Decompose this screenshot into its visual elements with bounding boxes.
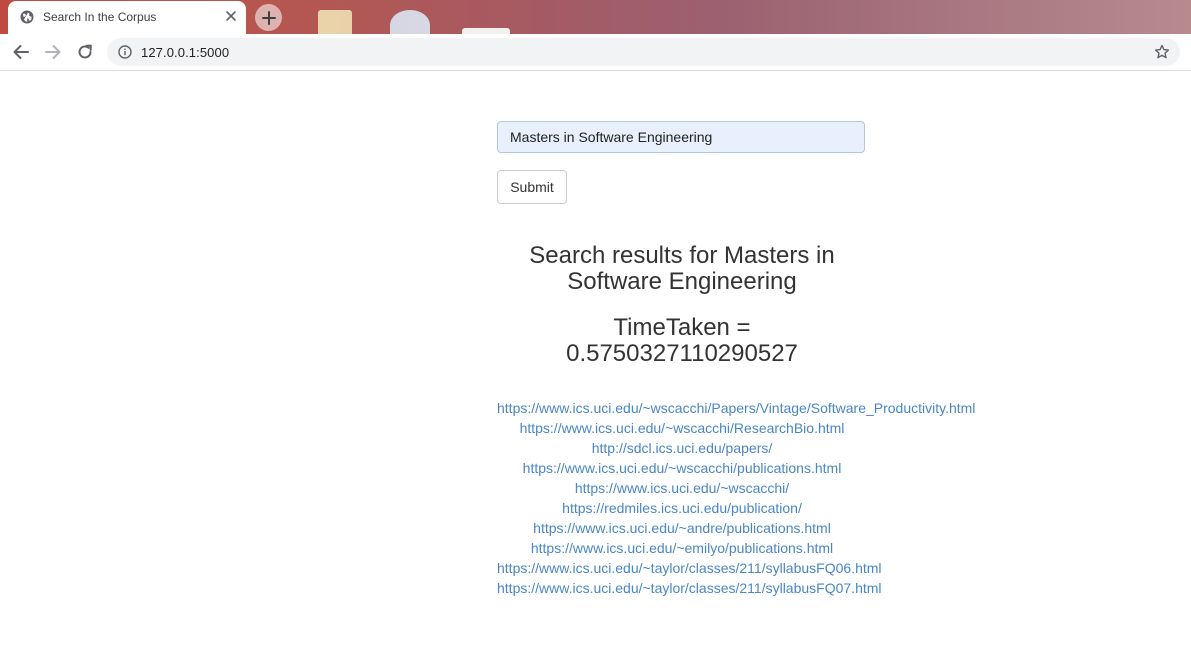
reload-button[interactable] <box>74 42 96 62</box>
result-link[interactable]: https://www.ics.uci.edu/~wscacchi/ <box>497 478 867 498</box>
search-input[interactable] <box>497 121 865 153</box>
browser-tab[interactable]: Search In the Corpus <box>8 1 246 34</box>
result-link[interactable]: https://www.ics.uci.edu/~wscacchi/public… <box>497 458 867 478</box>
close-icon[interactable] <box>224 9 238 23</box>
back-arrow-icon <box>13 45 29 59</box>
result-link[interactable]: https://www.ics.uci.edu/~emilyo/publicat… <box>497 538 867 558</box>
time-taken: TimeTaken = 0.5750327110290527 <box>566 314 798 367</box>
back-button[interactable] <box>10 42 32 62</box>
result-link[interactable]: https://www.ics.uci.edu/~andre/publicati… <box>497 518 867 538</box>
reload-icon <box>78 44 92 59</box>
tab-title: Search In the Corpus <box>43 10 157 24</box>
tab-strip: Search In the Corpus <box>0 0 1191 34</box>
forward-button[interactable] <box>42 42 64 62</box>
globe-icon <box>20 10 34 24</box>
result-link[interactable]: https://www.ics.uci.edu/~wscacchi/Papers… <box>497 398 977 418</box>
results-heading: Search results for Masters in Software E… <box>529 242 835 295</box>
result-link[interactable]: https://redmiles.ics.uci.edu/publication… <box>497 498 867 518</box>
result-link[interactable]: https://www.ics.uci.edu/~wscacchi/Resear… <box>497 418 867 438</box>
star-icon[interactable] <box>1154 44 1170 60</box>
submit-button[interactable]: Submit <box>497 170 567 204</box>
plus-icon <box>261 10 276 25</box>
desktop-background-shape <box>390 10 430 34</box>
desktop-background-shape <box>318 10 352 34</box>
browser-toolbar: 127.0.0.1:5000 <box>0 34 1191 71</box>
results-list: https://www.ics.uci.edu/~wscacchi/Papers… <box>497 398 977 598</box>
result-link[interactable]: https://www.ics.uci.edu/~taylor/classes/… <box>497 578 977 598</box>
result-link[interactable]: http://sdcl.ics.uci.edu/papers/ <box>497 438 867 458</box>
result-link[interactable]: https://www.ics.uci.edu/~taylor/classes/… <box>497 558 977 578</box>
forward-arrow-icon <box>45 45 61 59</box>
results-summary: Search results for Masters in Software E… <box>497 243 867 367</box>
info-icon[interactable] <box>118 45 132 59</box>
page-content: Submit Search results for Masters in Sof… <box>0 71 1191 659</box>
url-text[interactable]: 127.0.0.1:5000 <box>141 45 229 60</box>
new-tab-button[interactable] <box>255 4 282 31</box>
address-bar[interactable]: 127.0.0.1:5000 <box>107 38 1180 66</box>
